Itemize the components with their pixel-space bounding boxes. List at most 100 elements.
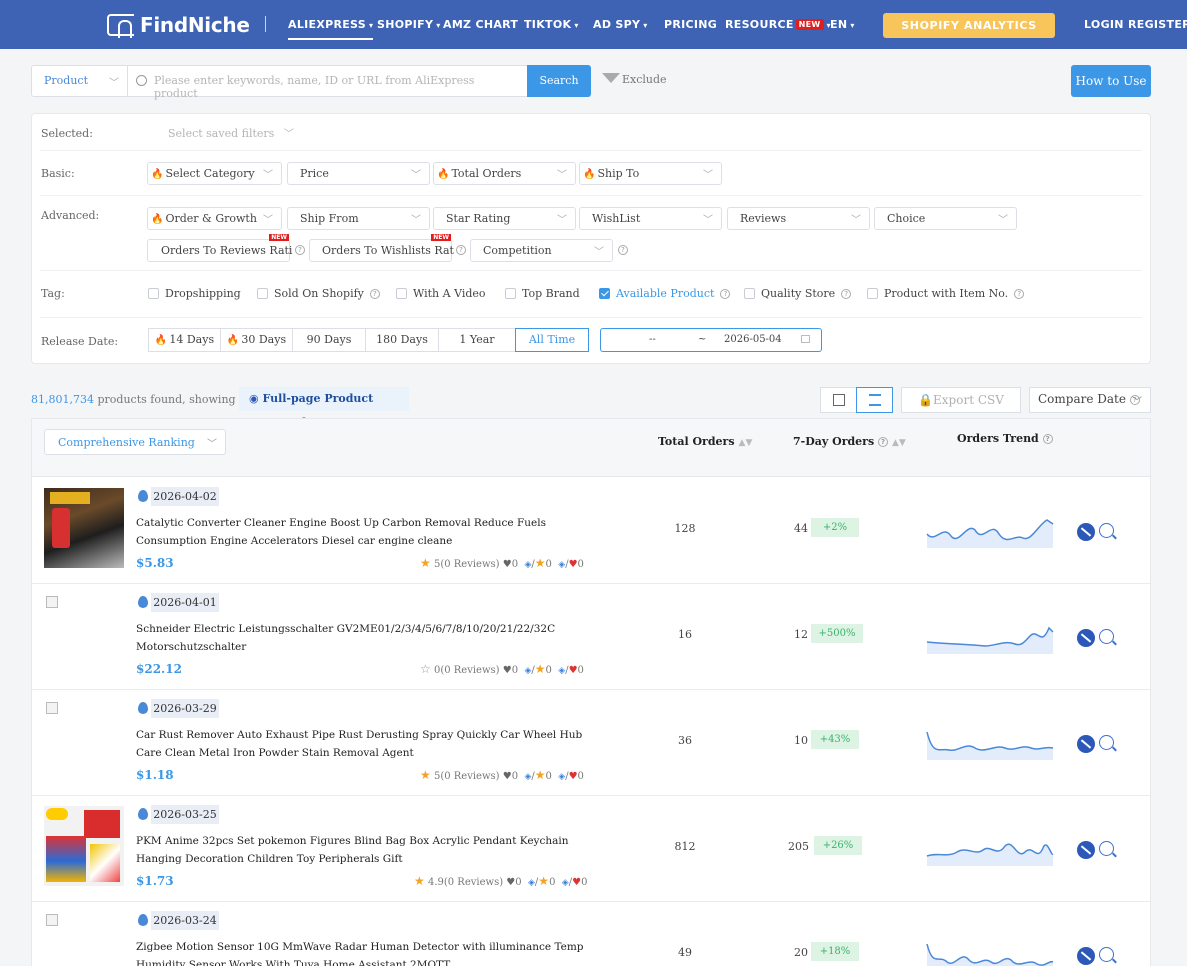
reviews-dropdown[interactable]: Reviews ﹀	[727, 207, 870, 230]
competition-dropdown[interactable]: Competition ﹀	[470, 239, 613, 262]
select-category-dropdown[interactable]: 🔥 Select Category ﹀	[147, 162, 282, 185]
tag-with-a-video[interactable]: With A Video	[396, 287, 486, 300]
nav-language[interactable]: EN ▾	[830, 18, 855, 31]
nav-aliexpress[interactable]: ALIEXPRESS ▾	[288, 18, 374, 40]
product-title[interactable]: Schneider Electric Leistungsschalter GV2…	[136, 620, 611, 656]
search-similar-icon[interactable]	[1099, 629, 1114, 644]
search-type-select[interactable]: Product ﹀	[31, 65, 128, 97]
product-price: $1.73	[136, 874, 174, 888]
nav-tiktok[interactable]: TIKTOK ▾	[524, 18, 579, 31]
product-image[interactable]	[44, 488, 124, 568]
broken-image-icon[interactable]	[46, 702, 58, 714]
deepseek-analyze-icon[interactable]	[1077, 735, 1095, 753]
deepseek-analyze-icon[interactable]	[1077, 947, 1095, 965]
help-icon[interactable]: ?	[1014, 288, 1025, 299]
tag-top-brand[interactable]: Top Brand	[505, 287, 580, 300]
product-title[interactable]: Car Rust Remover Auto Exhaust Pipe Rust …	[136, 726, 611, 762]
order-growth-dropdown[interactable]: 🔥 Order & Growth ﹀	[147, 207, 282, 230]
tag-dropshipping[interactable]: Dropshipping	[148, 287, 241, 300]
table-row[interactable]: 2026-04-01 Schneider Electric Leistungss…	[32, 584, 1150, 690]
login-link[interactable]: LOGIN	[1084, 18, 1124, 31]
product-title[interactable]: PKM Anime 32pcs Set pokemon Figures Blin…	[136, 832, 611, 868]
date-range-picker[interactable]: -- ~ 2026-05-04	[600, 328, 822, 352]
product-image[interactable]	[44, 806, 124, 886]
release-30-days[interactable]: 🔥 30 Days	[220, 328, 293, 352]
deepseek-button[interactable]: ◉ Full-page Product DeepSeek	[239, 387, 409, 429]
saved-filters-select[interactable]: Select saved filters ﹀	[168, 125, 294, 140]
product-title[interactable]: Catalytic Converter Cleaner Engine Boost…	[136, 514, 611, 550]
help-icon[interactable]: ?	[456, 245, 466, 255]
help-icon[interactable]: ?	[369, 288, 380, 299]
deepseek-analyze-icon[interactable]	[1077, 841, 1095, 859]
how-to-use-button[interactable]: How to Use	[1071, 65, 1151, 97]
seven-day-orders: 20	[794, 946, 808, 959]
exclude-button[interactable]: Exclude	[602, 72, 667, 86]
compare-date-select[interactable]: Compare Date ? ﹀	[1029, 387, 1151, 413]
help-icon[interactable]: ?	[1042, 434, 1053, 444]
tag-item-no[interactable]: Product with Item No.?	[867, 287, 1025, 300]
price-dropdown[interactable]: Price ﹀	[287, 162, 430, 185]
register-link[interactable]: REGISTER	[1128, 18, 1187, 31]
nav-resource[interactable]: RESOURCE NEW ▾	[725, 18, 831, 31]
ranking-select[interactable]: Comprehensive Ranking ﹀	[44, 429, 226, 455]
checkbox[interactable]	[148, 288, 159, 299]
total-orders-dropdown[interactable]: 🔥 Total Orders ﹀	[433, 162, 576, 185]
release-14-days[interactable]: 🔥 14 Days	[148, 328, 221, 352]
ship-to-dropdown[interactable]: 🔥 Ship To ﹀	[579, 162, 722, 185]
export-csv-button[interactable]: 🔒Export CSV	[901, 387, 1021, 413]
deepseek-analyze-icon[interactable]	[1077, 523, 1095, 541]
tag-quality-store[interactable]: Quality Store?	[744, 287, 852, 300]
release-180-days[interactable]: 180 Days	[365, 328, 439, 352]
checkbox-checked[interactable]	[599, 288, 610, 299]
divider	[40, 195, 1142, 196]
star-rating-dropdown[interactable]: Star Rating ﹀	[433, 207, 576, 230]
ship-from-dropdown[interactable]: Ship From ﹀	[287, 207, 430, 230]
broken-image-icon[interactable]	[46, 914, 58, 926]
logo[interactable]: FindNiche	[107, 13, 250, 38]
product-title[interactable]: Zigbee Motion Sensor 10G MmWave Radar Hu…	[136, 938, 611, 966]
search-similar-icon[interactable]	[1099, 841, 1114, 856]
wishlist-dropdown[interactable]: WishList ﹀	[579, 207, 722, 230]
choice-dropdown[interactable]: Choice ﹀	[874, 207, 1017, 230]
help-icon[interactable]: ?	[878, 437, 889, 447]
checkbox[interactable]	[505, 288, 516, 299]
release-1-year[interactable]: 1 Year	[438, 328, 516, 352]
broken-image-icon[interactable]	[46, 596, 58, 608]
search-similar-icon[interactable]	[1099, 947, 1114, 962]
table-row[interactable]: 2026-03-24 Zigbee Motion Sensor 10G MmWa…	[32, 902, 1150, 966]
shopify-analytics-button[interactable]: SHOPIFY ANALYTICS	[883, 13, 1055, 38]
table-row[interactable]: 2026-04-02 Catalytic Converter Cleaner E…	[32, 478, 1150, 584]
search-similar-icon[interactable]	[1099, 523, 1114, 538]
table-row[interactable]: 2026-03-25 PKM Anime 32pcs Set pokemon F…	[32, 796, 1150, 902]
checkbox[interactable]	[257, 288, 268, 299]
help-icon[interactable]: ?	[841, 288, 852, 299]
help-icon[interactable]: ?	[295, 245, 305, 255]
drop-icon	[138, 808, 148, 820]
nav-pricing[interactable]: PRICING	[664, 18, 717, 31]
grid-view-button[interactable]	[820, 387, 857, 413]
help-icon[interactable]: ?	[720, 288, 731, 299]
checkbox[interactable]	[396, 288, 407, 299]
orders-to-wishlists-dropdown[interactable]: Orders To Wishlists Rat NEW	[309, 234, 454, 262]
list-view-button[interactable]	[856, 387, 893, 413]
checkbox[interactable]	[744, 288, 755, 299]
table-row[interactable]: 2026-03-29 Car Rust Remover Auto Exhaust…	[32, 690, 1150, 796]
help-icon[interactable]: ?	[618, 245, 628, 255]
checkbox[interactable]	[867, 288, 878, 299]
search-button[interactable]: Search	[527, 65, 591, 97]
nav-ad-spy[interactable]: AD SPY ▾	[593, 18, 648, 31]
col-seven-day-orders[interactable]: 7-Day Orders ? ▲▼	[793, 435, 906, 448]
deepseek-analyze-icon[interactable]	[1077, 629, 1095, 647]
product-price: $22.12	[136, 662, 182, 676]
release-all-time[interactable]: All Time	[515, 328, 589, 352]
col-total-orders[interactable]: Total Orders ▲▼	[658, 435, 752, 448]
nav-shopify[interactable]: SHOPIFY ▾	[377, 18, 441, 31]
tag-available-product[interactable]: Available Product?	[599, 287, 731, 300]
nav-amz-chart[interactable]: AMZ CHART	[443, 18, 518, 31]
tag-sold-on-shopify[interactable]: Sold On Shopify?	[257, 287, 380, 300]
tag-star-count: 0	[545, 771, 552, 782]
search-similar-icon[interactable]	[1099, 735, 1114, 750]
release-90-days[interactable]: 90 Days	[292, 328, 366, 352]
orders-to-reviews-dropdown[interactable]: Orders To Reviews Rati NEW	[147, 234, 292, 262]
search-input[interactable]: Please enter keywords, name, ID or URL f…	[127, 65, 528, 100]
